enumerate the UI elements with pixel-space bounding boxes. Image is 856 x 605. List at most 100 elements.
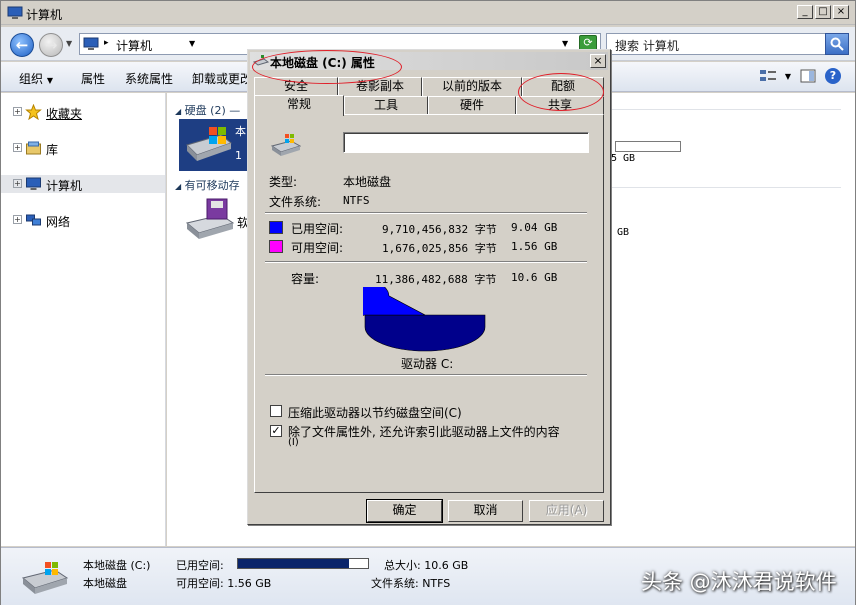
collapse-icon: ◢ xyxy=(175,107,182,116)
search-button[interactable] xyxy=(825,33,849,55)
navigation-pane: + 收藏夹 + 库 + 计算机 + 网络 xyxy=(1,93,166,546)
help-icon[interactable]: ? xyxy=(825,68,841,84)
chevron-down-icon[interactable]: ▼ xyxy=(785,72,791,81)
drive-properties-dialog: 本地磁盘 (C:) 属性 × 安全 卷影副本 以前的版本 配额 常规 工具 硬件… xyxy=(247,49,611,525)
ok-button[interactable]: 确定 xyxy=(366,499,443,523)
index-label-accelerator[interactable]: (I) xyxy=(288,437,299,448)
status-drive-name: 本地磁盘 (C:) xyxy=(83,559,151,572)
explorer-titlebar[interactable]: 计算机 _ □ × xyxy=(1,1,855,25)
general-tab-panel: 类型: 本地磁盘 文件系统: NTFS 已用空间: 9,710,456,832 … xyxy=(254,114,604,493)
group-divider xyxy=(611,109,841,110)
capacity-bytes: 11,386,482,688 字节 xyxy=(375,273,497,286)
explorer-title: 计算机 xyxy=(26,8,63,22)
used-space-size: 9.04 GB xyxy=(511,221,558,234)
nav-label-favorites: 收藏夹 xyxy=(46,107,83,121)
status-drive-type: 本地磁盘 xyxy=(83,577,127,590)
free-space-swatch xyxy=(269,240,283,253)
view-options-icon[interactable] xyxy=(759,68,777,84)
star-icon xyxy=(25,104,42,120)
drive-c-tile[interactable]: 本 1 xyxy=(179,119,251,171)
nav-item-favorites[interactable]: + 收藏夹 xyxy=(1,103,165,121)
group-divider xyxy=(611,187,841,188)
search-icon xyxy=(830,37,844,51)
tab-tools[interactable]: 工具 xyxy=(344,96,428,115)
address-history-dropdown[interactable]: ▼ xyxy=(562,39,568,48)
cancel-button[interactable]: 取消 xyxy=(448,500,523,522)
tab-security[interactable]: 安全 xyxy=(254,77,338,96)
free-space-size: 1.56 GB xyxy=(511,240,558,253)
type-label: 类型: xyxy=(269,175,298,189)
nav-label-libraries: 库 xyxy=(46,143,59,157)
system-properties-button[interactable]: 系统属性 xyxy=(125,70,173,87)
capacity-size: 10.6 GB xyxy=(511,271,558,284)
tab-shadow-copies[interactable]: 卷影副本 xyxy=(338,77,422,96)
nav-label-computer: 计算机 xyxy=(46,179,83,193)
drive-c-sub: 1 xyxy=(235,149,242,162)
tab-quota[interactable]: 配额 xyxy=(522,77,604,96)
tab-hardware[interactable]: 硬件 xyxy=(428,96,516,115)
pie-slice-used xyxy=(363,287,426,316)
drive-letter-label: 驱动器 C: xyxy=(401,357,454,371)
search-input[interactable]: 搜索 计算机 xyxy=(615,37,679,54)
computer-icon xyxy=(7,6,23,19)
used-space-label: 已用空间: xyxy=(291,222,344,236)
expand-icon[interactable]: + xyxy=(13,179,22,188)
dialog-title: 本地磁盘 (C:) 属性 xyxy=(270,56,375,70)
nav-item-libraries[interactable]: + 库 xyxy=(1,139,165,157)
group-header-removable[interactable]: ◢ 有可移动存 xyxy=(175,177,240,193)
compress-label[interactable]: 压缩此驱动器以节约磁盘空间(C) xyxy=(288,404,462,421)
close-button[interactable]: × xyxy=(833,5,849,19)
back-button[interactable]: ← xyxy=(10,33,34,57)
nav-label-network: 网络 xyxy=(46,215,71,229)
expand-icon[interactable]: + xyxy=(13,107,22,116)
apply-button[interactable]: 应用(A) xyxy=(529,500,604,522)
arrow-left-icon: ← xyxy=(15,36,29,54)
tab-sharing[interactable]: 共享 xyxy=(516,96,604,115)
preview-pane-icon[interactable] xyxy=(799,68,817,84)
organize-menu[interactable]: 组织 ▼ xyxy=(19,70,53,87)
compress-checkbox[interactable] xyxy=(270,405,282,417)
status-free-space: 可用空间: 1.56 GB xyxy=(176,577,272,590)
tab-general[interactable]: 常规 xyxy=(254,95,344,116)
properties-button[interactable]: 属性 xyxy=(81,70,105,87)
forward-button[interactable]: → xyxy=(39,33,63,57)
recent-pages-dropdown[interactable]: ▼ xyxy=(66,39,72,48)
breadcrumb-separator-icon[interactable]: ▸ xyxy=(104,38,109,48)
maximize-button[interactable]: □ xyxy=(815,5,831,19)
nav-item-network[interactable]: + 网络 xyxy=(1,211,165,229)
fs-label: 文件系统: xyxy=(269,195,322,209)
status-usage-fill xyxy=(238,559,349,568)
removable-size-text: GB xyxy=(617,227,630,238)
drive-name-input[interactable] xyxy=(343,132,589,153)
chevron-down-icon[interactable]: ▼ xyxy=(189,39,195,48)
status-file-system: 文件系统: NTFS xyxy=(371,577,451,590)
status-used-label: 已用空间: xyxy=(176,559,224,572)
expand-icon[interactable]: + xyxy=(13,143,22,152)
chevron-down-icon: ▼ xyxy=(46,76,53,85)
index-label[interactable]: 除了文件属性外, 还允许索引此驱动器上文件的内容 xyxy=(288,423,560,440)
details-pane: 本地磁盘 (C:) 已用空间: 总大小: 10.6 GB 本地磁盘 可用空间: … xyxy=(1,547,855,605)
uninstall-button[interactable]: 卸载或更改 xyxy=(192,70,252,87)
index-checkbox[interactable]: ✓ xyxy=(270,425,282,437)
minimize-button[interactable]: _ xyxy=(797,5,813,19)
hard-drive-icon xyxy=(186,127,233,161)
dialog-titlebar[interactable]: 本地磁盘 (C:) 属性 × xyxy=(250,52,608,70)
computer-icon xyxy=(83,37,99,50)
refresh-icon: ⟳ xyxy=(583,36,593,49)
free-space-bytes: 1,676,025,856 字节 xyxy=(382,242,497,255)
disk-usage-pie-chart xyxy=(363,287,486,352)
nav-item-computer[interactable]: + 计算机 xyxy=(1,175,165,193)
hard-drive-icon xyxy=(21,562,69,594)
tab-previous-versions[interactable]: 以前的版本 xyxy=(422,77,522,96)
breadcrumb-computer[interactable]: 计算机 xyxy=(116,37,152,54)
dialog-close-button[interactable]: × xyxy=(590,54,606,68)
collapse-icon: ◢ xyxy=(175,182,182,191)
group-header-hdd[interactable]: ◢ 硬盘 (2) — xyxy=(175,102,240,118)
floppy-drive-icon[interactable] xyxy=(183,197,237,241)
status-total-size: 总大小: 10.6 GB xyxy=(384,559,469,572)
expand-icon[interactable]: + xyxy=(13,215,22,224)
network-icon xyxy=(26,214,41,226)
fs-value: NTFS xyxy=(343,194,370,207)
search-box[interactable]: 搜索 计算机 xyxy=(606,33,849,55)
separator xyxy=(265,212,587,214)
